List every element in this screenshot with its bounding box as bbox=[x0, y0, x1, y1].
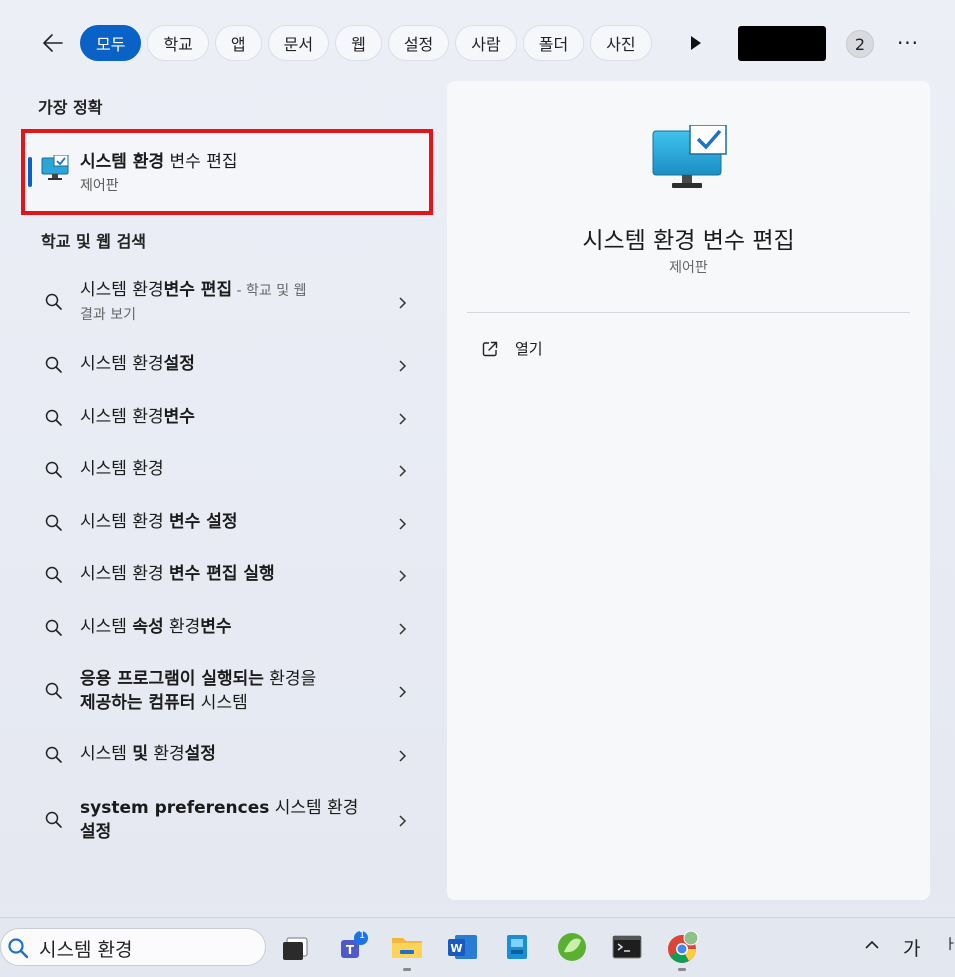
scroll-filters-button[interactable] bbox=[684, 31, 708, 55]
web-result-item[interactable]: 시스템 환경 변수 설정 bbox=[30, 510, 425, 536]
svg-text:W: W bbox=[450, 942, 462, 955]
filter-chip[interactable]: 사람 bbox=[455, 25, 517, 61]
detail-subtitle: 제어판 bbox=[669, 260, 708, 276]
spring-tools-icon[interactable] bbox=[555, 930, 589, 964]
filter-chip[interactable]: 설정 bbox=[387, 25, 450, 61]
chevron-right-icon bbox=[397, 358, 409, 377]
chevron-right-icon bbox=[397, 568, 409, 587]
svg-text:T: T bbox=[346, 943, 355, 957]
ime-mode-indicator[interactable]: 가 bbox=[903, 934, 920, 961]
play-right-icon bbox=[691, 36, 701, 50]
chrome-icon[interactable] bbox=[665, 930, 699, 964]
selection-indicator bbox=[28, 157, 32, 187]
detail-pane: 시스템 환경 변수 편집 제어판 열기 bbox=[447, 81, 930, 900]
system-settings-icon bbox=[41, 154, 69, 185]
filter-chip[interactable]: 문서 bbox=[267, 25, 330, 61]
back-arrow-icon bbox=[43, 34, 63, 52]
chevron-right-icon bbox=[397, 813, 409, 832]
taskbar: 시스템 환경 T 1 W 가 ㅏ bbox=[0, 917, 955, 977]
start-search-panel: 모두 학교 앱 문서 웹 설정 사람 폴더 사진 2 ··· 가장 정확 시스템 환경 변수 편… bbox=[0, 0, 955, 905]
web-result-text: 시스템 환경 변수 편집 실행 bbox=[80, 564, 275, 584]
search-icon bbox=[8, 938, 29, 959]
web-result-text: 시스템 환경변수 bbox=[80, 407, 195, 427]
system-settings-large-icon bbox=[652, 124, 728, 197]
filter-chip[interactable]: 학교 bbox=[147, 25, 209, 61]
web-result-item[interactable]: 시스템 속성 환경변수 bbox=[30, 615, 425, 641]
filter-chip[interactable]: 폴더 bbox=[522, 25, 585, 61]
web-result-item[interactable]: 시스템 환경변수 편집 - 학교 및 웹 결과 보기 bbox=[30, 278, 425, 328]
open-action[interactable]: 열기 bbox=[481, 338, 543, 359]
taskbar-search-box[interactable]: 시스템 환경 bbox=[0, 928, 266, 966]
search-icon bbox=[44, 681, 64, 705]
detail-title: 시스템 환경 변수 편집 bbox=[582, 228, 795, 254]
search-icon bbox=[44, 513, 64, 537]
divider bbox=[467, 312, 910, 313]
web-result-item[interactable]: 시스템 환경변수 bbox=[30, 405, 425, 431]
search-icon bbox=[44, 565, 64, 589]
rewards-badge[interactable]: 2 bbox=[846, 30, 874, 58]
web-result-item[interactable]: 응용 프로그램이 실행되는 환경을 제공하는 컴퓨터 시스템 bbox=[30, 667, 425, 717]
search-icon bbox=[44, 460, 64, 484]
filter-chip[interactable]: 웹 bbox=[335, 25, 382, 61]
chevron-right-icon bbox=[397, 516, 409, 535]
web-result-text: 시스템 환경 변수 설정 bbox=[80, 512, 238, 532]
app-store-icon[interactable] bbox=[500, 930, 534, 964]
filter-chip[interactable]: 사진 bbox=[590, 25, 652, 61]
chevron-right-icon bbox=[397, 295, 409, 314]
account-redacted-box bbox=[738, 26, 826, 61]
web-result-item[interactable]: 시스템 환경 bbox=[30, 457, 425, 483]
web-result-text: 시스템 속성 환경변수 bbox=[80, 617, 232, 637]
tray-overflow-edge: ㅏ bbox=[944, 937, 955, 953]
web-result-text: 시스템 및 환경설정 bbox=[80, 744, 216, 764]
search-icon bbox=[44, 408, 64, 432]
word-icon[interactable]: W bbox=[445, 930, 479, 964]
chevron-right-icon bbox=[397, 748, 409, 767]
more-options-button[interactable]: ··· bbox=[893, 28, 923, 58]
best-match-item[interactable]: 시스템 환경 변수 편집 제어판 bbox=[25, 133, 429, 211]
web-result-text: 시스템 환경변수 편집 - 학교 및 웹 결과 보기 bbox=[80, 280, 307, 323]
web-result-item[interactable]: 시스템 환경설정 bbox=[30, 352, 425, 378]
running-indicator bbox=[678, 968, 686, 971]
web-result-text: 시스템 환경 bbox=[80, 459, 164, 479]
best-match-title: 시스템 환경 변수 편집 bbox=[80, 152, 238, 172]
filter-chips: 모두 학교 앱 문서 웹 설정 사람 폴더 사진 bbox=[80, 25, 662, 63]
chevron-right-icon bbox=[397, 463, 409, 482]
open-external-icon bbox=[482, 341, 498, 356]
web-result-text: 응용 프로그램이 실행되는 환경을 제공하는 컴퓨터 시스템 bbox=[80, 669, 317, 713]
search-icon bbox=[44, 810, 64, 834]
filter-chip[interactable]: 모두 bbox=[80, 25, 142, 61]
web-result-text: system preferences 시스템 환경 설정 bbox=[80, 798, 359, 842]
web-result-text: 시스템 환경설정 bbox=[80, 354, 195, 374]
best-match-subtitle: 제어판 bbox=[80, 178, 119, 194]
file-explorer-icon[interactable] bbox=[390, 930, 424, 964]
open-label: 열기 bbox=[515, 340, 543, 358]
search-icon bbox=[44, 745, 64, 769]
search-input-value[interactable]: 시스템 환경 bbox=[39, 935, 132, 962]
web-search-heading: 학교 및 웹 검색 bbox=[41, 232, 147, 251]
web-result-item[interactable]: 시스템 환경 변수 편집 실행 bbox=[30, 562, 425, 588]
chevron-right-icon bbox=[397, 621, 409, 640]
teams-icon[interactable]: T 1 bbox=[335, 930, 369, 964]
running-indicator bbox=[403, 968, 411, 971]
web-result-item[interactable]: system preferences 시스템 환경 설정 bbox=[30, 796, 425, 846]
teams-badge-count: 1 bbox=[358, 930, 366, 941]
search-icon bbox=[44, 292, 64, 316]
search-icon bbox=[44, 618, 64, 642]
search-icon bbox=[44, 355, 64, 379]
tray-chevron-up-icon[interactable] bbox=[863, 936, 881, 959]
web-result-item[interactable]: 시스템 및 환경설정 bbox=[30, 742, 425, 768]
terminal-icon[interactable] bbox=[610, 930, 644, 964]
back-button[interactable] bbox=[38, 28, 68, 58]
chevron-right-icon bbox=[397, 411, 409, 430]
chevron-right-icon bbox=[397, 684, 409, 703]
filter-chip[interactable]: 앱 bbox=[214, 25, 262, 61]
task-view-icon[interactable] bbox=[279, 930, 313, 964]
best-match-heading: 가장 정확 bbox=[38, 98, 103, 117]
